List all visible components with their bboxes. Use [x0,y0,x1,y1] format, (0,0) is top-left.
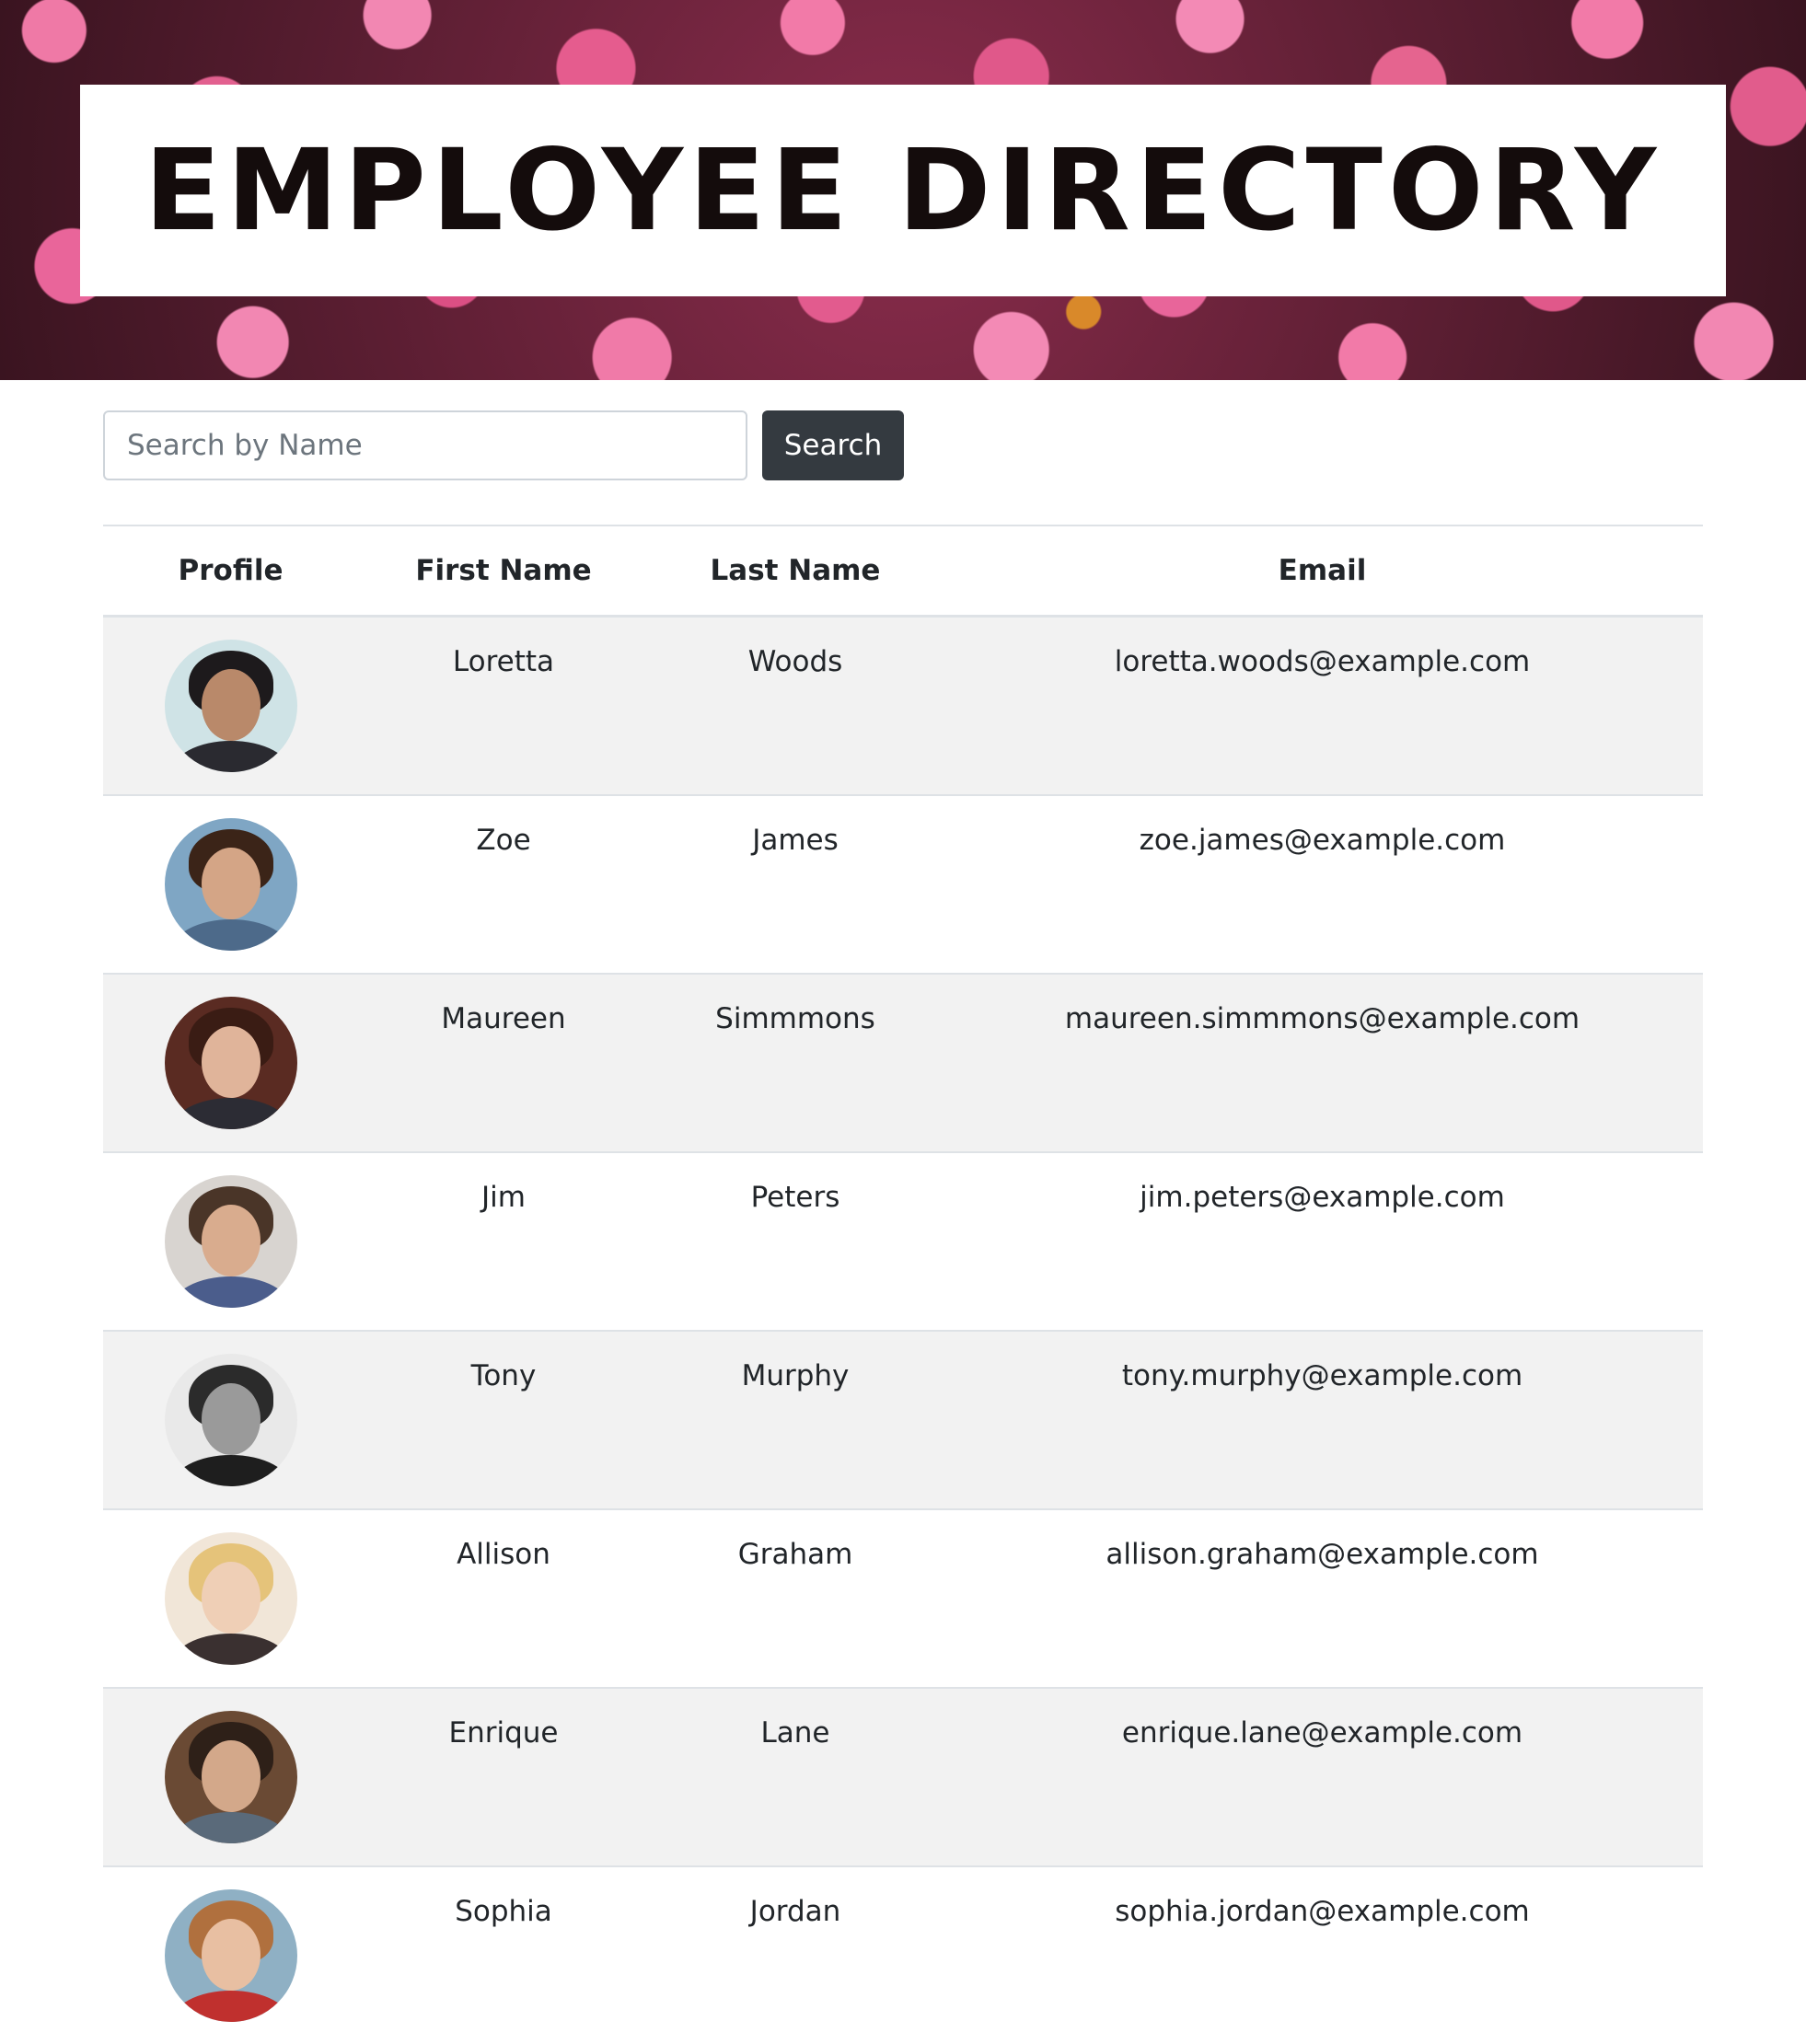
last-name-cell: James [649,794,942,974]
last-name-cell: Jordan [649,1865,942,2044]
table-row: Loretta Woods loretta.woods@example.com [103,615,1703,795]
last-name-cell: Peters [649,1151,942,1331]
title-box: EMPLOYEE DIRECTORY [80,85,1726,296]
avatar [164,1175,297,1308]
avatar [164,1889,297,2022]
employee-table: Profile First Name Last Name Email Loret… [103,525,1703,2044]
email-cell: tony.murphy@example.com [942,1330,1703,1509]
avatar [164,997,297,1129]
search-button[interactable]: Search [762,410,904,480]
email-cell: loretta.woods@example.com [942,615,1703,795]
column-header-first-name[interactable]: First Name [358,525,649,618]
first-name-cell: Zoe [358,794,649,974]
avatar [164,1711,297,1843]
last-name-cell: Simmmons [649,973,942,1152]
email-cell: sophia.jordan@example.com [942,1865,1703,2044]
first-name-cell: Jim [358,1151,649,1331]
search-bar: Search [103,410,904,480]
employee-table-container: Profile First Name Last Name Email Loret… [103,525,1703,2044]
first-name-cell: Maureen [358,973,649,1152]
column-header-last-name[interactable]: Last Name [649,525,942,618]
table-row: Enrique Lane enrique.lane@example.com [103,1687,1703,1866]
email-cell: enrique.lane@example.com [942,1687,1703,1866]
page-title: EMPLOYEE DIRECTORY [144,125,1662,256]
email-cell: jim.peters@example.com [942,1151,1703,1331]
email-cell: zoe.james@example.com [942,794,1703,974]
search-input[interactable] [103,410,747,480]
table-row: Tony Murphy tony.murphy@example.com [103,1330,1703,1509]
first-name-cell: Enrique [358,1687,649,1866]
avatar [164,1532,297,1665]
email-cell: allison.graham@example.com [942,1508,1703,1688]
avatar [164,818,297,951]
email-cell: maureen.simmmons@example.com [942,973,1703,1152]
last-name-cell: Woods [649,615,942,795]
first-name-cell: Sophia [358,1865,649,2044]
last-name-cell: Murphy [649,1330,942,1509]
table-row: Allison Graham allison.graham@example.co… [103,1508,1703,1688]
header-banner: EMPLOYEE DIRECTORY [0,0,1806,380]
avatar [164,1354,297,1486]
avatar [164,640,297,772]
first-name-cell: Allison [358,1508,649,1688]
column-header-email[interactable]: Email [942,525,1703,618]
first-name-cell: Loretta [358,615,649,795]
column-header-profile[interactable]: Profile [103,525,358,618]
table-row: Maureen Simmmons maureen.simmmons@exampl… [103,973,1703,1152]
first-name-cell: Tony [358,1330,649,1509]
table-row: Zoe James zoe.james@example.com [103,794,1703,974]
last-name-cell: Graham [649,1508,942,1688]
last-name-cell: Lane [649,1687,942,1866]
table-row: Sophia Jordan sophia.jordan@example.com [103,1865,1703,2044]
table-row: Jim Peters jim.peters@example.com [103,1151,1703,1331]
table-header-row: Profile First Name Last Name Email [103,525,1703,618]
